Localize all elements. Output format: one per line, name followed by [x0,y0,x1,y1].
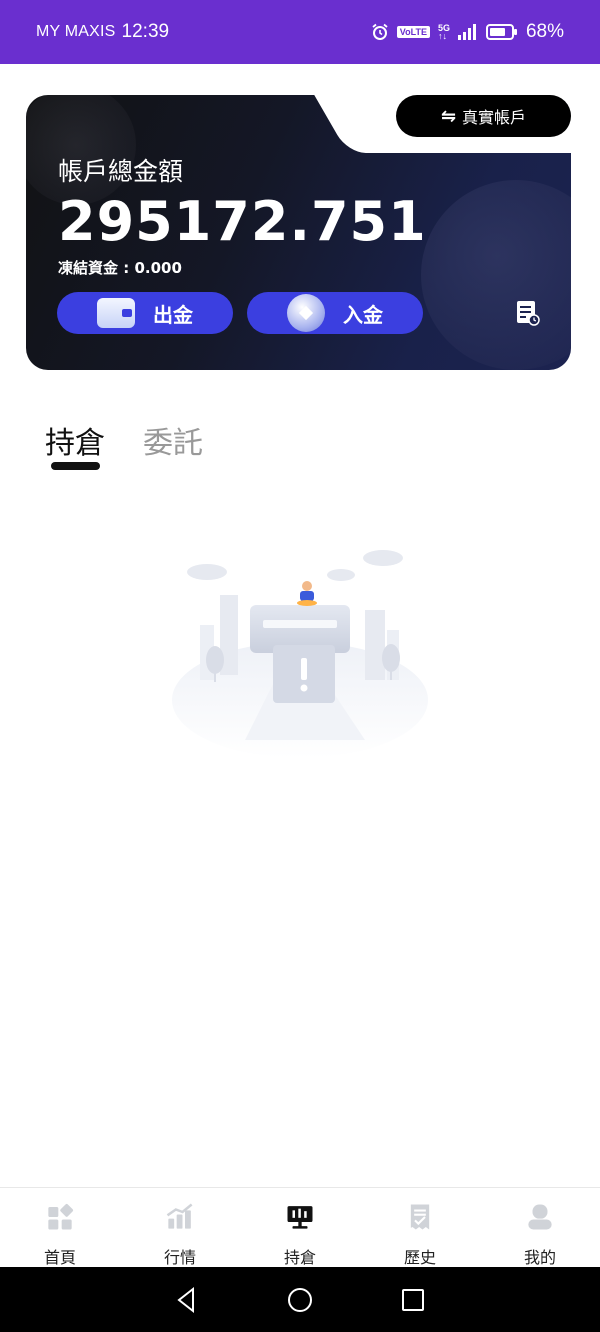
status-time: 12:39 [121,21,170,42]
deposit-label: 入金 [343,302,383,327]
tab-orders[interactable]: 委託 [143,418,203,462]
nav-history-label: 歷史 [403,1248,436,1267]
system-nav-bar [0,1267,600,1332]
nav-home[interactable]: 首頁 [0,1188,120,1268]
status-right: VoLTE 5G ↑↓ 68% [371,21,564,43]
card-decoration-coin [26,95,136,205]
nav-market[interactable]: 行情 [120,1188,240,1268]
home-grid-icon [48,1203,74,1230]
nav-history[interactable]: 歷史 [360,1188,480,1268]
nav-holdings-label: 持倉 [283,1248,316,1267]
market-chart-icon [166,1203,193,1229]
status-left: MY MAXIS 12:39 [36,21,169,43]
switch-account-label: 真實帳戶 [462,108,527,127]
balance-label: 帳戶總金額 [58,157,184,186]
nav-home-label: 首頁 [43,1248,76,1267]
back-triangle-icon[interactable] [173,1286,201,1314]
battery-icon [485,24,517,40]
profile-person-icon [528,1204,552,1230]
holdings-monitor-icon [287,1206,313,1229]
empty-state-illustration [172,550,428,758]
withdraw-button[interactable]: 出金 [57,292,233,334]
nav-market-label: 行情 [163,1248,196,1267]
nav-holdings[interactable]: 持倉 [240,1188,360,1268]
swap-arrows-icon: ⇋ [440,105,457,127]
volte-badge: VoLTE [396,26,430,38]
tab-holdings[interactable]: 持倉 [45,418,105,462]
battery-percent: 68% [525,21,564,42]
bottom-nav: 首頁 行情 持倉 歷史 我的 [0,1187,600,1267]
tab-active-indicator [51,462,100,470]
home-circle-icon[interactable] [286,1286,314,1314]
network-arrows: ↑↓ [437,31,447,41]
status-bar: MY MAXIS 12:39 VoLTE 5G ↑↓ 68% [0,0,600,64]
signal-icon [457,24,476,40]
nav-profile[interactable]: 我的 [480,1188,600,1268]
recents-square-icon[interactable] [399,1286,427,1314]
nav-profile-label: 我的 [523,1248,556,1267]
frozen-funds: 凍結資金 : 0.000 [58,259,182,277]
coin-icon [287,294,325,332]
balance-value: 295172.751 [58,190,427,253]
carrier-name: MY MAXIS [36,23,116,40]
wallet-icon [97,298,135,328]
card-decoration-coin-large [421,180,571,370]
records-icon[interactable] [516,300,540,326]
alarm-icon [372,23,388,40]
deposit-button[interactable]: 入金 [247,292,423,334]
network-indicator: 5G ↑↓ [437,24,450,41]
switch-account-button[interactable]: ⇋ 真實帳戶 [396,95,571,137]
page: MY MAXIS 12:39 VoLTE 5G ↑↓ 68% ⇋ 真實帳戶 帳戶… [0,0,600,1332]
history-receipt-icon [410,1204,430,1230]
withdraw-label: 出金 [153,302,193,327]
